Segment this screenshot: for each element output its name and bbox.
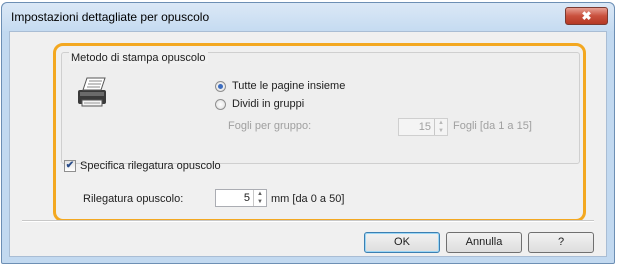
sheets-per-group-label: Fogli per gruppo: <box>228 120 312 132</box>
print-method-group: Metodo di stampa opuscolo <box>61 52 580 164</box>
button-separator <box>22 220 594 222</box>
spin-down-icon[interactable]: ▼ <box>254 198 266 206</box>
close-icon: ✖ <box>581 9 592 23</box>
sheets-range-label: Fogli [da 1 a 15] <box>453 120 532 132</box>
print-method-legend: Metodo di stampa opuscolo <box>69 52 208 64</box>
radio-all-pages[interactable]: Tutte le pagine insieme <box>215 80 345 92</box>
cancel-button[interactable]: Annulla <box>446 232 522 253</box>
binding-value[interactable]: 5 <box>216 190 253 206</box>
binding-field-label: Rilegatura opuscolo: <box>83 193 184 205</box>
binding-stepper[interactable]: 5 ▲ ▼ <box>215 189 267 207</box>
spin-down-icon[interactable]: ▼ <box>435 127 447 135</box>
checkmark-icon: ✔ <box>65 160 75 171</box>
dialog-window: Impostazioni dettagliate per opuscolo ✖ … <box>1 2 615 264</box>
sheets-per-group-value[interactable]: 15 <box>399 119 434 135</box>
radio-divide-groups-label: Dividi in gruppi <box>232 98 305 110</box>
close-button[interactable]: ✖ <box>565 7 608 25</box>
radio-divide-groups[interactable]: Dividi in gruppi <box>215 98 304 110</box>
sheets-spin-buttons[interactable]: ▲ ▼ <box>434 119 447 135</box>
binding-unit-range: mm [da 0 a 50] <box>271 193 345 205</box>
ok-button[interactable]: OK <box>364 232 440 253</box>
spin-up-icon[interactable]: ▲ <box>254 190 266 198</box>
binding-spin-buttons[interactable]: ▲ ▼ <box>253 190 266 206</box>
binding-checkbox-label: Specifica rilegatura opuscolo <box>80 160 221 172</box>
dialog-content: Metodo di stampa opuscolo Tutte le pagin… <box>9 31 607 257</box>
printer-icon <box>78 77 106 107</box>
spin-up-icon[interactable]: ▲ <box>435 119 447 127</box>
title-bar[interactable]: Impostazioni dettagliate per opuscolo ✖ <box>2 3 614 31</box>
radio-all-pages-label: Tutte le pagine insieme <box>232 80 346 92</box>
binding-checkbox[interactable]: ✔ <box>64 160 76 172</box>
window-title: Impostazioni dettagliate per opuscolo <box>11 10 210 24</box>
sheets-per-group-stepper[interactable]: 15 ▲ ▼ <box>398 118 448 136</box>
radio-all-pages-input[interactable] <box>215 80 226 92</box>
radio-divide-groups-input[interactable] <box>215 98 226 110</box>
help-button[interactable]: ? <box>528 232 594 253</box>
